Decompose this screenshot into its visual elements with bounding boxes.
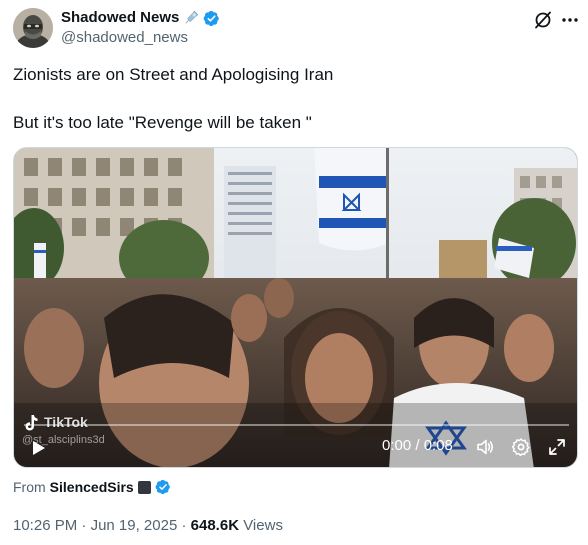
video-controls: 0:00 / 0:08 bbox=[14, 418, 577, 467]
meta-separator: · bbox=[181, 517, 187, 534]
verified-badge-icon bbox=[203, 10, 220, 27]
source-prefix: From bbox=[13, 479, 46, 495]
video-player[interactable]: TikTok @st_alsciplins3d 0:00 / 0:08 bbox=[13, 147, 578, 468]
views-label: Views bbox=[243, 517, 283, 534]
volume-icon[interactable] bbox=[475, 437, 495, 457]
tweet-header: Shadowed News @shadowed_news bbox=[0, 0, 588, 56]
video-progress-bar[interactable] bbox=[24, 424, 569, 426]
views-count: 648.6K bbox=[190, 517, 240, 534]
avatar-image bbox=[13, 8, 53, 48]
settings-gear-icon[interactable] bbox=[511, 437, 531, 457]
tweet-time[interactable]: 10:26 PM bbox=[13, 517, 77, 534]
avatar[interactable] bbox=[13, 8, 53, 48]
play-icon[interactable] bbox=[28, 438, 48, 458]
media-source: From SilencedSirs bbox=[13, 478, 171, 496]
tweet-text-line: But it's too late "Revenge will be taken… bbox=[13, 113, 312, 132]
display-name[interactable]: Shadowed News bbox=[61, 9, 179, 27]
tweet-meta: 10:26 PM · Jun 19, 2025 · 648.6K Views bbox=[13, 516, 283, 536]
fullscreen-icon[interactable] bbox=[547, 437, 567, 457]
meta-separator: · bbox=[81, 517, 87, 534]
tweet-date[interactable]: Jun 19, 2025 bbox=[91, 517, 178, 534]
more-options-icon[interactable] bbox=[560, 10, 580, 30]
source-account-link[interactable]: SilencedSirs bbox=[50, 478, 134, 496]
tweet-text: Zionists are on Street and Apologising I… bbox=[13, 64, 573, 134]
video-time: 0:00 / 0:08 bbox=[382, 437, 453, 454]
syringe-icon bbox=[183, 10, 199, 26]
name-row: Shadowed News bbox=[61, 9, 220, 27]
verified-badge-icon bbox=[155, 479, 171, 495]
black-square-icon bbox=[137, 480, 151, 494]
grok-icon[interactable] bbox=[533, 10, 553, 30]
tweet-text-line: Zionists are on Street and Apologising I… bbox=[13, 65, 334, 84]
author-handle[interactable]: @shadowed_news bbox=[61, 29, 188, 47]
